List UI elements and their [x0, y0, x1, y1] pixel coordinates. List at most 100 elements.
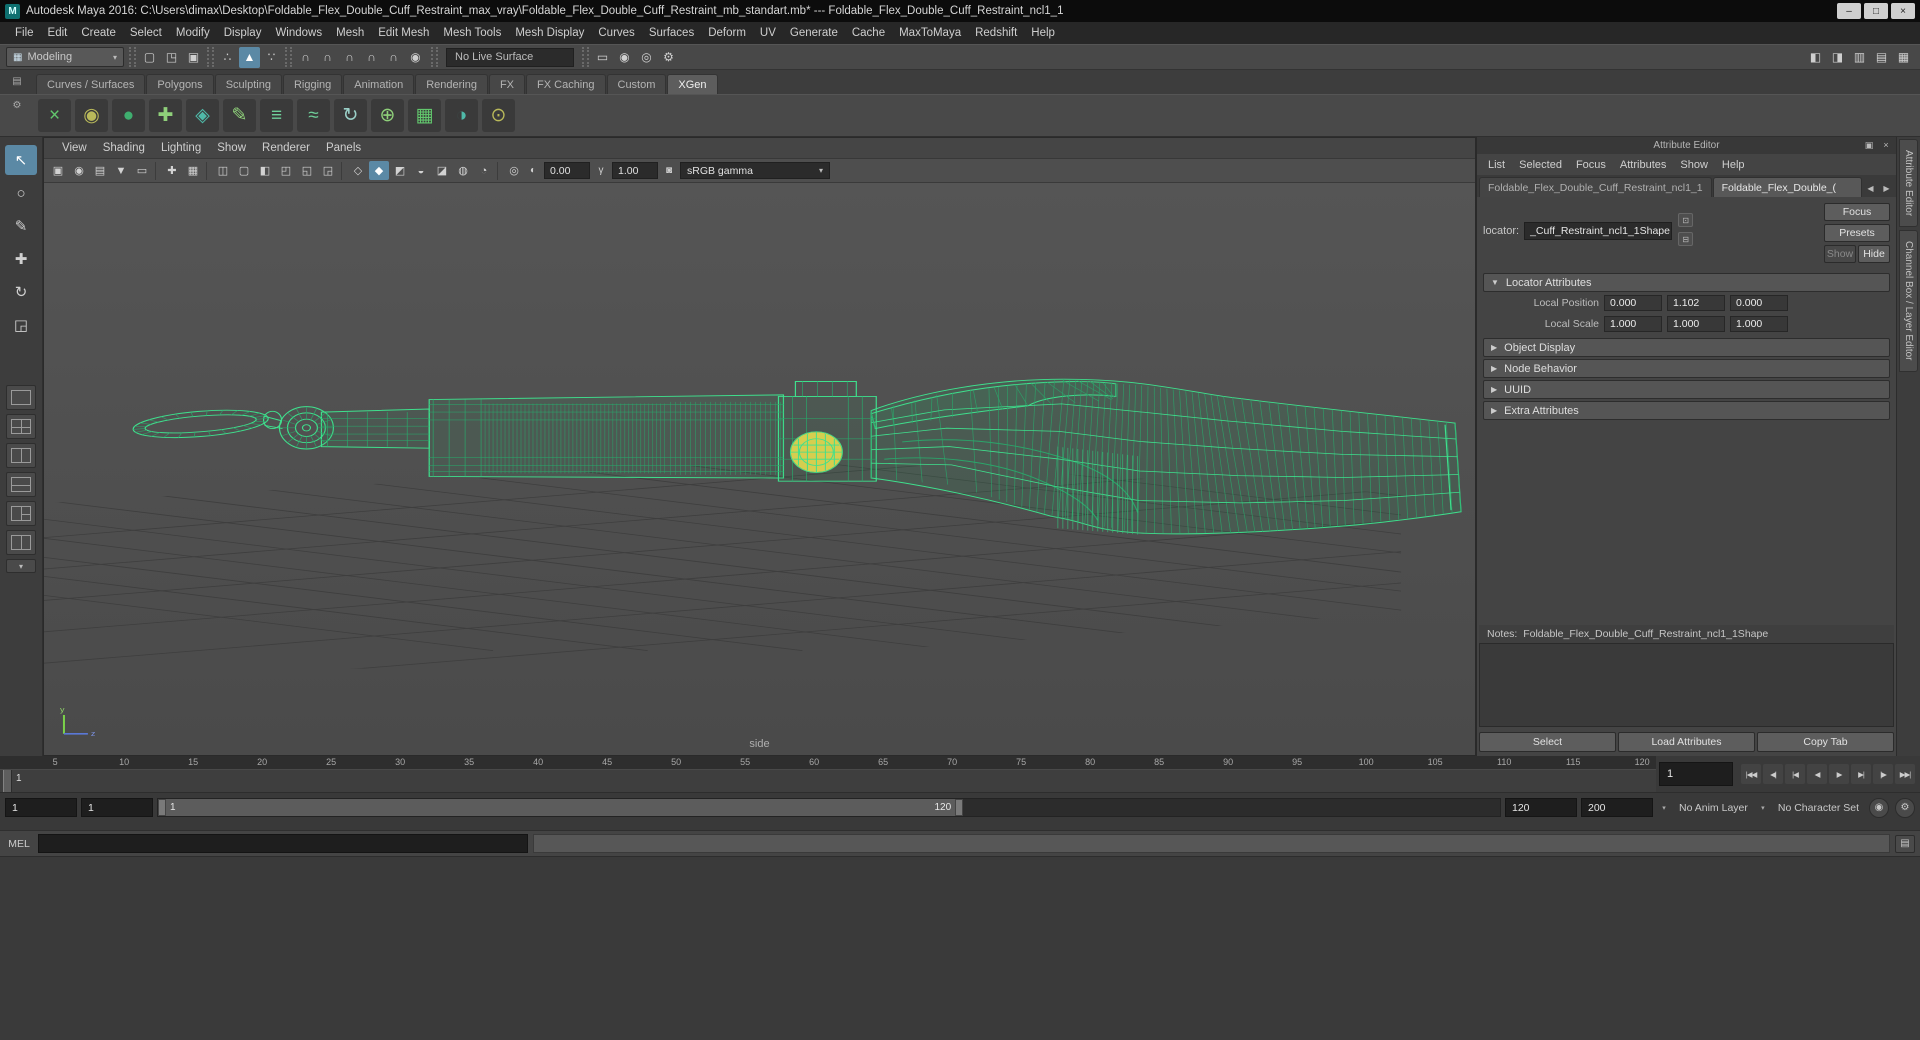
snap-to-projected-center-icon[interactable]: ∩	[361, 47, 382, 68]
select-object-icon[interactable]: ▲	[239, 46, 260, 68]
ae-menu-help[interactable]: Help	[1715, 157, 1752, 173]
ae-menu-focus[interactable]: Focus	[1569, 157, 1613, 173]
select-tool[interactable]: ↖	[5, 145, 37, 175]
play-backwards-button[interactable]: ◀	[1807, 764, 1827, 784]
menu-set-selector[interactable]: ▦ Modeling ▾	[6, 47, 124, 67]
local-position-y-field[interactable]: 1.102	[1667, 294, 1725, 311]
ae-tab-foldable-flex-double-cuff-restraint-ncl1-1[interactable]: Foldable_Flex_Double_Cuff_Restraint_ncl1…	[1479, 177, 1712, 197]
rotate-tool[interactable]: ↻	[5, 277, 37, 307]
safe-title-icon[interactable]: ◲	[318, 161, 338, 180]
shadows-icon[interactable]: ◪	[432, 161, 452, 180]
menu-generate[interactable]: Generate	[783, 24, 845, 42]
show-button[interactable]: Show	[1824, 245, 1856, 263]
list-history-icon[interactable]: ⊟	[1678, 232, 1694, 246]
gate-mask-icon[interactable]: ◧	[255, 161, 275, 180]
viewport-canvas[interactable]: y z side	[44, 183, 1475, 755]
animation-preferences-icon[interactable]: ⚙	[1895, 797, 1915, 818]
shelf-tab-rigging[interactable]: Rigging	[282, 74, 343, 94]
step-forward-one-frame-button[interactable]: |▶	[1873, 764, 1893, 784]
shelf-tab-polygons[interactable]: Polygons	[146, 74, 214, 94]
xgen-length-brush-icon[interactable]: ≈	[297, 99, 330, 132]
local-scale-x-field[interactable]: 1.000	[1604, 315, 1662, 332]
menu-mesh-display[interactable]: Mesh Display	[508, 24, 591, 42]
xgen-editor-icon[interactable]: ⊙	[482, 99, 515, 132]
go-to-start-button[interactable]: |◀◀	[1741, 764, 1761, 784]
step-back-one-key-button[interactable]: |◀	[1785, 764, 1805, 784]
locator-name-field[interactable]: _Cuff_Restraint_ncl1_1Shape	[1524, 222, 1673, 240]
close-button[interactable]: ×	[1891, 3, 1915, 19]
xgen-move-guide-icon[interactable]: ◈	[186, 99, 219, 132]
dock-tab-channel-box-layer-editor[interactable]: Channel Box / Layer Editor	[1899, 230, 1918, 372]
command-input[interactable]	[38, 834, 528, 853]
shelf-tab-xgen[interactable]: XGen	[667, 74, 718, 94]
hide-button[interactable]: Hide	[1858, 245, 1890, 263]
screen-space-ao-icon[interactable]: ◍	[453, 161, 473, 180]
menu-cache[interactable]: Cache	[845, 24, 892, 42]
tab-scroll-right-icon[interactable]: ▶	[1879, 179, 1894, 197]
shaded-display-icon[interactable]: ◆	[369, 161, 389, 180]
exposure-icon[interactable]: ◐	[525, 165, 541, 176]
snap-to-curve-icon[interactable]: ∩	[317, 47, 338, 68]
scene-save-icon[interactable]: ▣	[183, 47, 204, 68]
object-display-header[interactable]: ▶ Object Display	[1483, 338, 1890, 357]
layout-two-pane-side-button[interactable]	[6, 443, 36, 468]
animation-end-field[interactable]: 200	[1581, 798, 1653, 817]
menu-maxtomaya[interactable]: MaxToMaya	[892, 24, 968, 42]
textured-display-icon[interactable]: ◩	[390, 161, 410, 180]
tab-scroll-left-icon[interactable]: ◀	[1863, 179, 1878, 197]
xgen-create-description-icon[interactable]: ×	[38, 99, 71, 132]
shelf-tab-menu-icon[interactable]: ▤	[8, 74, 26, 88]
ipr-render-icon[interactable]: ◎	[636, 47, 657, 68]
range-start-handle[interactable]	[158, 799, 166, 816]
resolution-gate-icon[interactable]: ▢	[234, 161, 254, 180]
gamma-field[interactable]: 1.00	[612, 162, 658, 179]
minimize-button[interactable]: –	[1837, 3, 1861, 19]
snap-to-grid-icon[interactable]: ∩	[295, 47, 316, 68]
separator-grip[interactable]	[129, 47, 136, 67]
command-language-label[interactable]: MEL	[5, 838, 33, 850]
menu-surfaces[interactable]: Surfaces	[642, 24, 701, 42]
move-tool[interactable]: ✚	[5, 244, 37, 274]
snap-to-point-icon[interactable]: ∩	[339, 47, 360, 68]
render-current-frame-icon[interactable]: ◉	[614, 47, 635, 68]
presets-button[interactable]: Presets	[1824, 224, 1890, 242]
playback-end-field[interactable]: 120	[1505, 798, 1577, 817]
menu-help[interactable]: Help	[1024, 24, 1062, 42]
xgen-export-patches-icon[interactable]: ▦	[408, 99, 441, 132]
menu-uv[interactable]: UV	[753, 24, 783, 42]
separator-grip[interactable]	[285, 47, 292, 67]
ae-menu-attributes[interactable]: Attributes	[1613, 157, 1673, 173]
shelf-tab-fx[interactable]: FX	[488, 74, 526, 94]
modeling-toolkit-toggle-icon[interactable]: ◧	[1805, 47, 1826, 68]
lock-camera-icon[interactable]: ◉	[69, 161, 89, 180]
menu-mesh[interactable]: Mesh	[329, 24, 371, 42]
select-component-icon[interactable]: ∵	[261, 47, 282, 68]
isolate-select-icon[interactable]: ◎	[504, 161, 524, 180]
shelf-tab-fx-caching[interactable]: FX Caching	[526, 74, 606, 94]
locator-attributes-header[interactable]: ▼ Locator Attributes	[1483, 273, 1890, 292]
layout-four-pane-button[interactable]	[6, 414, 36, 439]
channel-box-toggle-icon[interactable]: ▦	[1893, 47, 1914, 68]
uuid-header[interactable]: ▶ UUID	[1483, 380, 1890, 399]
local-position-x-field[interactable]: 0.000	[1604, 294, 1662, 311]
menu-windows[interactable]: Windows	[268, 24, 329, 42]
load-attributes-button[interactable]: Load Attributes	[1618, 732, 1755, 752]
current-frame-marker[interactable]	[3, 770, 12, 792]
make-live-icon[interactable]: ◉	[405, 47, 426, 68]
node-behavior-header[interactable]: ▶ Node Behavior	[1483, 359, 1890, 378]
layout-three-pane-button[interactable]	[6, 501, 36, 526]
gamma-icon[interactable]: γ	[593, 165, 609, 176]
layout-outliner-persp-button[interactable]	[6, 530, 36, 555]
select-button[interactable]: Select	[1479, 732, 1616, 752]
shelf-tab-curves-surfaces[interactable]: Curves / Surfaces	[36, 74, 146, 94]
xgen-rotate-brush-icon[interactable]: ↻	[334, 99, 367, 132]
viewport-menu-shading[interactable]: Shading	[95, 140, 153, 156]
layout-single-pane-button[interactable]	[6, 385, 36, 410]
copy-tab-button[interactable]: Copy Tab	[1757, 732, 1894, 752]
shelf-gear-icon[interactable]: ⚙	[8, 98, 26, 112]
lasso-select-tool[interactable]: ○	[5, 178, 37, 208]
anim-layer-menu-icon[interactable]: ▾	[1657, 800, 1671, 816]
timeline-track[interactable]: 1	[0, 769, 1656, 792]
shelf-tab-rendering[interactable]: Rendering	[415, 74, 488, 94]
menu-deform[interactable]: Deform	[701, 24, 753, 42]
